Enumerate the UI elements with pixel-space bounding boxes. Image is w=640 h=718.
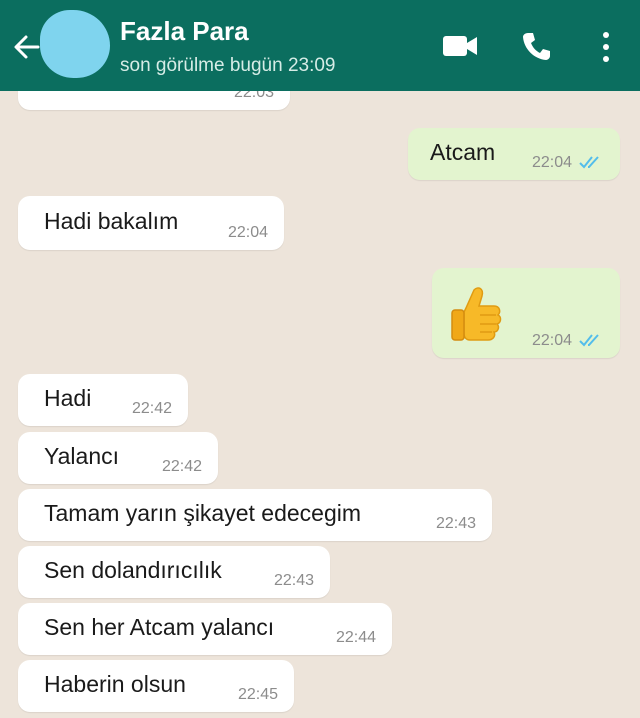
message-text: Hadi bakalım	[44, 207, 179, 234]
thumbs-up-emoji-icon	[451, 287, 502, 341]
message-time: 22:44	[335, 629, 376, 646]
message-time: 22:43	[273, 572, 314, 589]
message-time: 22:04	[227, 224, 268, 241]
video-call-icon[interactable]	[442, 32, 478, 60]
message-text: Sen her Atcam yalancı	[44, 613, 275, 640]
read-receipt-icon	[579, 156, 599, 169]
message-text: Hadi	[44, 384, 92, 411]
last-seen-status: son görülme bugün 23:09	[120, 55, 336, 76]
read-receipt-icon	[579, 334, 599, 347]
message-text: Yalancı	[44, 442, 120, 469]
message-bubble-incoming[interactable]: Sen her Atcam yalancı 22:44	[18, 603, 392, 655]
message-text: Haberin olsun	[44, 670, 186, 697]
message-time: 22:45	[237, 686, 278, 703]
message-bubble-incoming[interactable]: Sen dolandırıcılık 22:43	[18, 546, 330, 598]
message-bubble-incoming[interactable]: Hadi 22:42	[18, 374, 188, 426]
message-bubble-outgoing[interactable]: 22:04	[432, 268, 620, 358]
message-bubble-incoming[interactable]: Tamam yarın şikayet edecegim 22:43	[18, 489, 492, 541]
message-time: 22:42	[131, 400, 172, 417]
message-time: 22:42	[161, 458, 202, 475]
voice-call-icon[interactable]	[521, 30, 553, 62]
message-text: Atcam	[430, 138, 496, 165]
back-arrow-icon[interactable]	[12, 32, 42, 62]
message-bubble-incoming[interactable]: Yalancı 22:42	[18, 432, 218, 484]
message-bubble-incoming[interactable]: Hadi bakalım 22:04	[18, 196, 284, 250]
message-time: 22:04	[531, 154, 572, 171]
avatar[interactable]	[40, 10, 110, 78]
message-time: 22:04	[531, 332, 572, 349]
message-text: Sen dolandırıcılık	[44, 556, 222, 583]
more-menu-icon[interactable]	[596, 30, 616, 64]
chat-area[interactable]: 22:03 Atcam 22:04 Hadi bakalım 22:04 22:…	[0, 0, 640, 718]
chat-header: Fazla Para son görülme bugün 23:09	[0, 0, 640, 91]
contact-name[interactable]: Fazla Para	[120, 16, 249, 47]
message-text: Tamam yarın şikayet edecegim	[44, 499, 362, 526]
message-bubble-outgoing[interactable]: Atcam 22:04	[408, 128, 620, 180]
message-bubble-incoming[interactable]: Haberin olsun 22:45	[18, 660, 294, 712]
message-time: 22:43	[435, 515, 476, 532]
